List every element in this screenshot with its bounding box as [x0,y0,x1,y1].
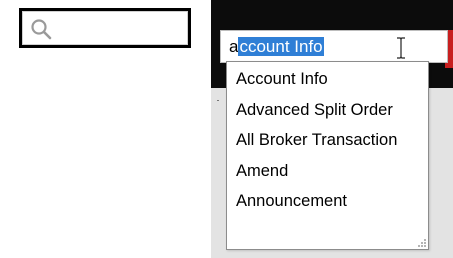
suggestion-item-advanced-split-order[interactable]: Advanced Split Order [227,95,428,126]
search-icon[interactable] [30,18,52,40]
suggestion-item-account-info[interactable]: Account Info [227,64,428,95]
autocomplete-input[interactable]: account Info [220,30,448,63]
suggestion-list: Account Info Advanced Split Order All Br… [227,62,428,217]
suggestion-item-announcement[interactable]: Announcement [227,186,428,217]
resize-grip-icon[interactable] [415,236,427,248]
left-search-bar [19,8,191,48]
text-cursor-icon [397,37,405,59]
selected-completion: ccount Info [238,37,324,56]
suggestion-item-amend[interactable]: Amend [227,156,428,187]
autocomplete-dropdown: Account Info Advanced Split Order All Br… [226,61,429,250]
divider-tick [217,100,219,101]
suggestion-item-all-broker-transaction[interactable]: All Broker Transaction [227,125,428,156]
right-panel: account Info Account Info Advanced Split… [211,0,453,258]
search-input[interactable] [22,11,188,45]
